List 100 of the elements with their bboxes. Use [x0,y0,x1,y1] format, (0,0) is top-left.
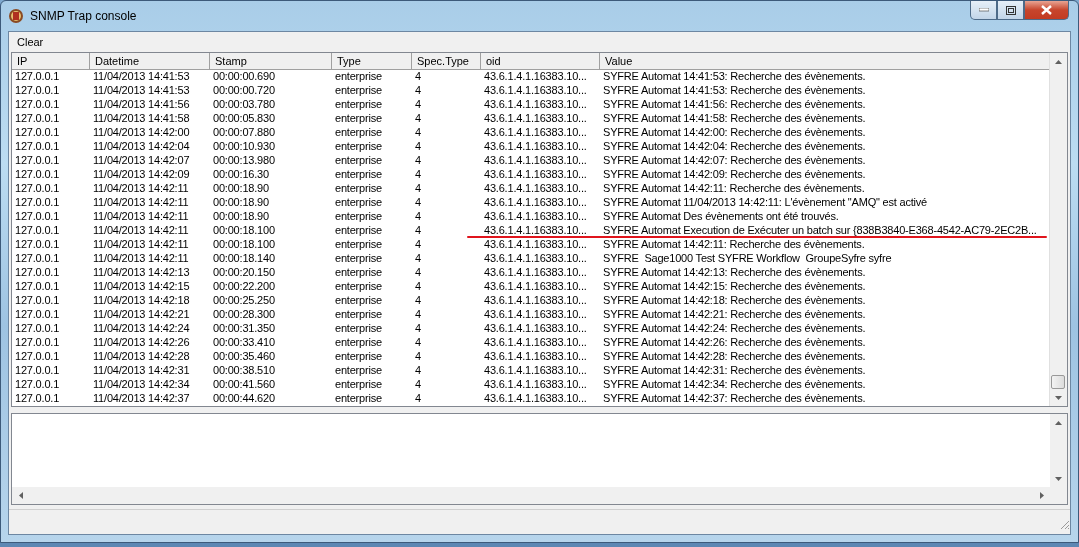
table-cell-text: 127.0.0.1 [14,280,61,292]
table-cell-text: 11/04/2013 14:42:11 [92,252,190,264]
table-cell-text: 11/04/2013 14:42:37 [92,392,191,404]
table-cell-text: 4 [414,84,422,96]
table-cell-text: enterprise [334,308,383,320]
table-cell-text: 00:00:18.100 [212,224,276,236]
table-cell-text: SYFRE Automat 14:42:26: Recherche des évènements. [602,336,867,348]
table-cell-text: 43.6.1.4.1.16383.10... [483,350,588,362]
table-cell-text: 4 [414,182,422,194]
table-cell-text: 43.6.1.4.1.16383.10... [483,210,588,222]
table-cell-text: 127.0.0.1 [14,378,61,390]
table-cell-text: 43.6.1.4.1.16383.10... [483,140,588,152]
table-cell-text: SYFRE Automat 14:42:31: Recherche des évènements. [602,364,867,376]
table-cell-text: 43.6.1.4.1.16383.10... [483,126,588,138]
table-cell-text: enterprise [334,266,383,278]
resize-grip-icon[interactable] [1058,518,1070,530]
table-cell-text: 127.0.0.1 [14,196,61,208]
column-header[interactable]: Type [332,53,412,69]
table-cell-text: 00:00:00.690 [212,70,276,82]
table-cell-text: 4 [414,168,422,180]
table-cell-text: enterprise [334,140,383,152]
scroll-left-icon[interactable] [18,492,23,499]
table-cell-text: 127.0.0.1 [14,294,61,306]
table-cell-text: 4 [414,70,422,82]
table-cell-text: 43.6.1.4.1.16383.10... [483,168,588,180]
table-cell-text: enterprise [334,364,383,376]
table-cell-text: 127.0.0.1 [14,70,61,82]
table-cell-text: 4 [414,238,422,250]
table-cell-text: enterprise [334,336,383,348]
scroll-up-icon[interactable] [1055,420,1062,425]
table-cell-text: 4 [414,126,422,138]
table-cell-text: 00:00:31.350 [212,322,276,334]
table-cell-text: 127.0.0.1 [14,350,61,362]
table-cell-text: 11/04/2013 14:41:53 [92,70,191,82]
column-header[interactable]: IP [12,53,90,69]
table-cell-text: SYFRE Automat 14:42:37: Recherche des évènements. [602,392,867,404]
scroll-up-icon[interactable] [1055,59,1062,64]
table-cell-text: 00:00:22.200 [212,280,276,292]
table-cell-text: 4 [414,224,422,236]
table-cell-text: 00:00:20.150 [212,266,276,278]
close-button[interactable] [1024,1,1069,20]
table-cell-text: 4 [414,378,422,390]
table-cell-text: 43.6.1.4.1.16383.10... [483,154,588,166]
table-cell-text: 11/04/2013 14:42:04 [92,140,191,152]
table-cell-text: 11/04/2013 14:41:58 [92,112,191,124]
table-cell-text: 00:00:18.140 [212,252,276,264]
table-cell-text: 11/04/2013 14:42:31 [92,364,191,376]
column-header[interactable]: Datetime [90,53,210,69]
table-cell-text: 00:00:13.980 [212,154,276,166]
table-cell-text: 11/04/2013 14:41:53 [92,84,191,96]
table-cell-text: 4 [414,154,422,166]
table-cell-text: SYFRE Automat Des évènements ont été trouvés. [602,210,840,222]
table-cell-text: 00:00:18.100 [212,238,276,250]
scroll-right-icon[interactable] [1039,492,1044,499]
table-cell-text: 43.6.1.4.1.16383.10... [483,308,588,320]
column-header[interactable]: Stamp [210,53,332,69]
table-cell-text: 4 [414,210,422,222]
table-cell-text: 43.6.1.4.1.16383.10... [483,378,588,390]
table-cell-text: enterprise [334,98,383,110]
table-cell-text: enterprise [334,378,383,390]
table-cell-text: 11/04/2013 14:42:07 [92,154,191,166]
table-cell-text: 43.6.1.4.1.16383.10... [483,224,588,236]
menu-item[interactable]: Clear [11,34,50,50]
table-cell-text: SYFRE Automat 14:42:15: Recherche des évènements. [602,280,867,292]
column-header[interactable]: oid [481,53,600,69]
table-cell-text: SYFRE Automat 14:41:53: Recherche des évènements. [602,70,867,82]
maximize-button[interactable] [997,1,1024,20]
scroll-down-icon[interactable] [1055,476,1062,481]
table-cell-text: 43.6.1.4.1.16383.10... [483,238,588,250]
table-cell-text: 11/04/2013 14:41:56 [92,98,191,110]
minimize-button[interactable] [970,1,997,20]
table-cell-text: 127.0.0.1 [14,112,61,124]
table-cell-text: SYFRE Automat 14:42:11: Recherche des évènements. [602,238,866,250]
table-cell-text: 4 [414,364,422,376]
table-cell-text: 43.6.1.4.1.16383.10... [483,70,588,82]
table-cell-text: 127.0.0.1 [14,266,61,278]
table-cell-text: 43.6.1.4.1.16383.10... [483,196,588,208]
table-cell-text: enterprise [334,84,383,96]
table-cell-text: 4 [414,196,422,208]
table-cell-text: 4 [414,280,422,292]
table-cell-text: 127.0.0.1 [14,252,61,264]
table-cell-text: 00:00:38.510 [212,364,276,376]
table-cell-text: 127.0.0.1 [14,154,61,166]
table-cell-text: 4 [414,294,422,306]
column-header[interactable]: Spec.Type [412,53,481,69]
scrollbar-thumb[interactable] [1051,375,1065,389]
table-cell-text: 11/04/2013 14:42:11 [92,196,190,208]
table-cell-text: 00:00:41.560 [212,378,276,390]
table-cell-text: 43.6.1.4.1.16383.10... [483,322,588,334]
table-cell-text: 4 [414,322,422,334]
table-cell-text: 127.0.0.1 [14,84,61,96]
table-cell-text: 00:00:03.780 [212,98,276,110]
table-cell-text: enterprise [334,210,383,222]
table-cell-text: 4 [414,98,422,110]
table-cell-text: 43.6.1.4.1.16383.10... [483,392,588,404]
table-cell-text: 11/04/2013 14:42:28 [92,350,191,362]
table-cell-text: SYFRE Automat 14:42:24: Recherche des évènements. [602,322,867,334]
table-cell-text: enterprise [334,252,383,264]
scroll-down-icon[interactable] [1055,395,1062,400]
table-cell-text: SYFRE Automat 14:42:13: Recherche des évènements. [602,266,867,278]
